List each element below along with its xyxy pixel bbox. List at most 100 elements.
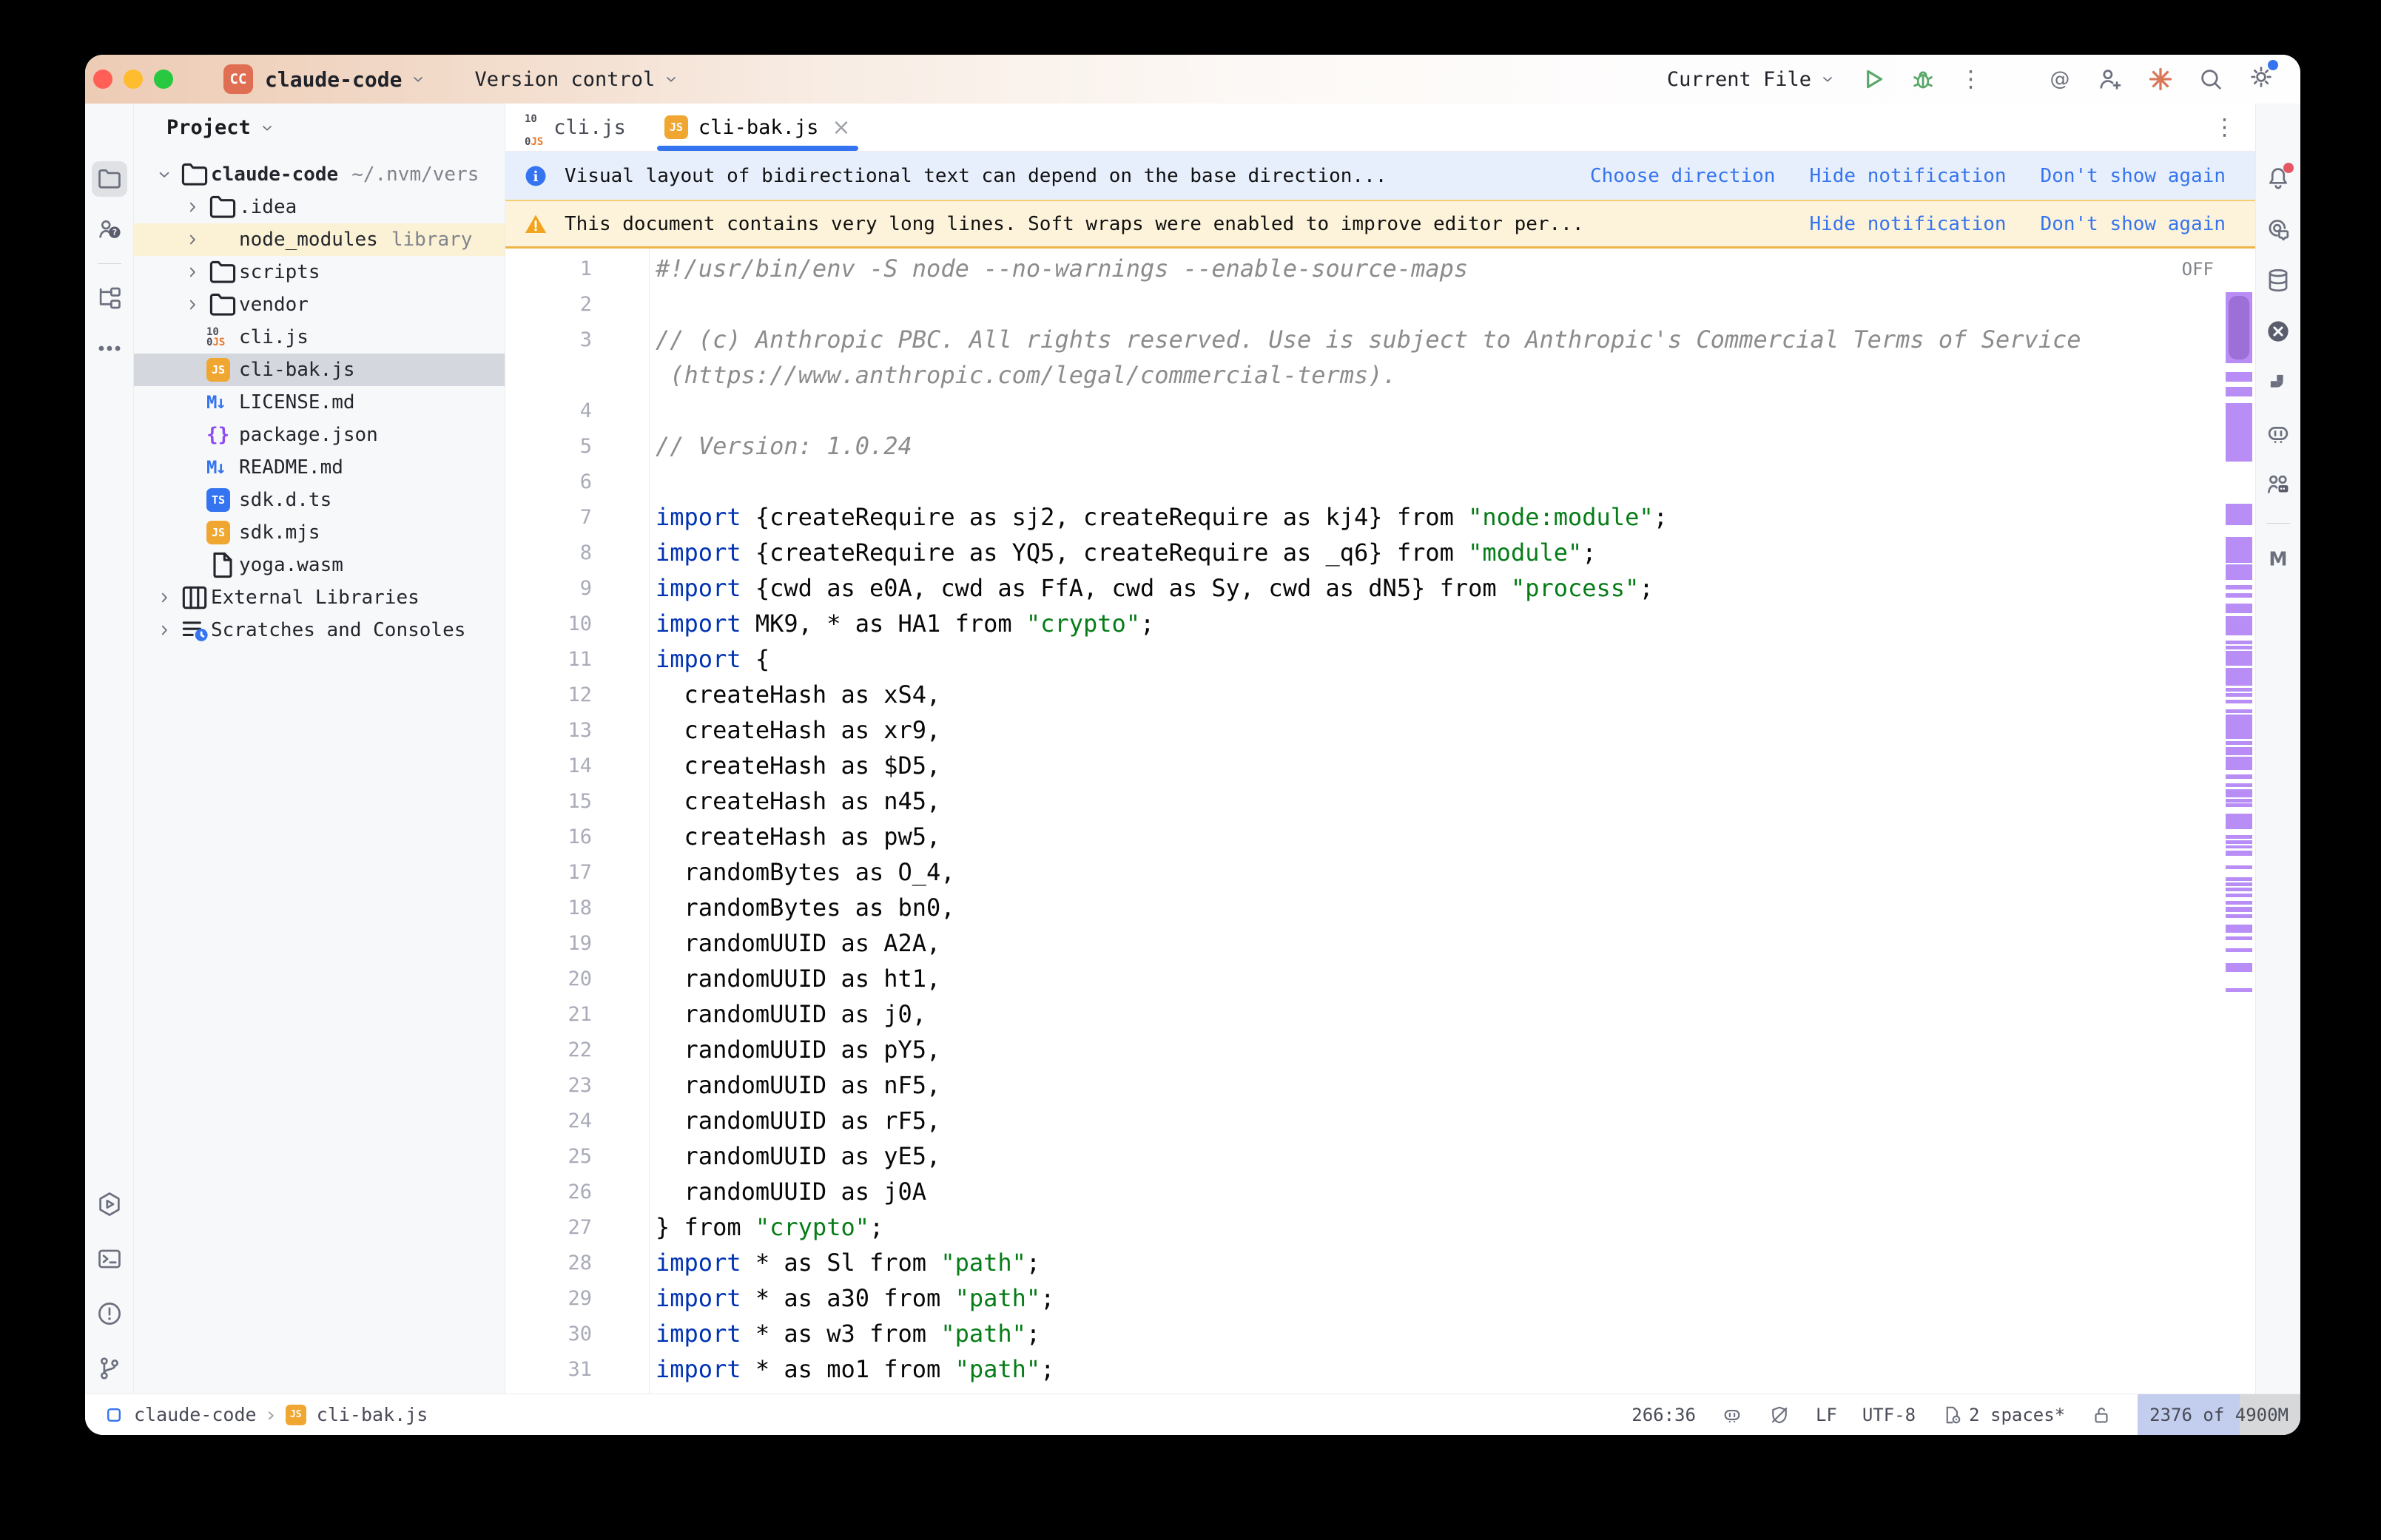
run-icon[interactable] bbox=[1859, 65, 1887, 93]
code-line[interactable]: 29import * as a30 from "path"; bbox=[505, 1280, 2255, 1316]
line-number[interactable]: 20 bbox=[505, 967, 592, 990]
banner-link-don-t-show-again[interactable]: Don't show again bbox=[2041, 213, 2226, 235]
code-line[interactable]: 16 createHash as pw5, bbox=[505, 819, 2255, 854]
tree-item-node-modules[interactable]: node_moduleslibrary bbox=[134, 223, 505, 256]
project-menu[interactable]: claude-code bbox=[265, 67, 427, 92]
code-line[interactable]: 5// Version: 1.0.24 bbox=[505, 428, 2255, 464]
x-plugin-button[interactable] bbox=[2264, 317, 2292, 348]
line-number[interactable]: 22 bbox=[505, 1039, 592, 1061]
structure-tool-button[interactable] bbox=[92, 280, 127, 316]
line-number[interactable]: 9 bbox=[505, 577, 592, 600]
code-line[interactable]: 25 randomUUID as yE5, bbox=[505, 1138, 2255, 1174]
close-window-button[interactable] bbox=[93, 70, 112, 89]
line-number[interactable]: 6 bbox=[505, 470, 592, 493]
line-number[interactable]: 18 bbox=[505, 896, 592, 919]
line-number[interactable]: 29 bbox=[505, 1287, 592, 1310]
tree-item-scratches-and-consoles[interactable]: Scratches and Consoles bbox=[134, 614, 505, 646]
code-line[interactable]: 8import {createRequire as YQ5, createReq… bbox=[505, 535, 2255, 570]
claude-icon[interactable] bbox=[2146, 65, 2175, 93]
line-number[interactable]: 26 bbox=[505, 1181, 592, 1203]
code-line[interactable]: 9import {cwd as e0A, cwd as FfA, cwd as … bbox=[505, 570, 2255, 606]
settings-icon[interactable] bbox=[2247, 63, 2275, 96]
line-number[interactable]: 12 bbox=[505, 683, 592, 706]
tree-item-license-md[interactable]: M↓LICENSE.md bbox=[134, 386, 505, 419]
code-line[interactable]: 27} from "crypto"; bbox=[505, 1209, 2255, 1245]
tab-cli-js[interactable]: 100JScli.js bbox=[505, 104, 645, 151]
code-line[interactable]: 15 createHash as n45, bbox=[505, 783, 2255, 819]
code-line[interactable]: 19 randomUUID as A2A, bbox=[505, 925, 2255, 961]
code-line[interactable]: 21 randomUUID as j0, bbox=[505, 996, 2255, 1032]
tree-item-scripts[interactable]: scripts bbox=[134, 256, 505, 288]
code-line[interactable]: 7import {createRequire as sj2, createReq… bbox=[505, 499, 2255, 535]
copilot-status-icon[interactable] bbox=[1721, 1404, 1743, 1426]
caret-position-widget[interactable]: 266:36 bbox=[1631, 1405, 1696, 1425]
memory-indicator[interactable]: 2376 of 4900M bbox=[2138, 1394, 2300, 1435]
code-line[interactable]: 13 createHash as xr9, bbox=[505, 712, 2255, 748]
indent-widget[interactable]: 2 spaces* bbox=[1941, 1404, 2065, 1426]
code-editor[interactable]: 1#!/usr/bin/env -S node --no-warnings --… bbox=[505, 249, 2255, 1394]
line-number[interactable]: 5 bbox=[505, 435, 592, 458]
line-number[interactable]: 8 bbox=[505, 541, 592, 564]
code-line[interactable]: 17 randomBytes as O_4, bbox=[505, 854, 2255, 890]
line-number[interactable]: 11 bbox=[505, 648, 592, 671]
terminal-tool-button[interactable] bbox=[92, 1241, 127, 1277]
maven-button[interactable]: M bbox=[2264, 545, 2292, 576]
search-everywhere-icon[interactable] bbox=[2197, 65, 2225, 93]
line-number[interactable]: 1 bbox=[505, 257, 592, 280]
close-tab-icon[interactable]: × bbox=[832, 115, 850, 141]
chevron-down-icon[interactable] bbox=[150, 165, 178, 184]
chevron-right-icon[interactable] bbox=[178, 263, 206, 282]
banner-link-choose-direction[interactable]: Choose direction bbox=[1590, 165, 1775, 187]
line-ending-widget[interactable]: LF bbox=[1816, 1405, 1837, 1425]
error-stripe-scrollbar[interactable] bbox=[2226, 249, 2252, 1394]
code-line[interactable]: 3// (c) Anthropic PBC. All rights reserv… bbox=[505, 322, 2255, 357]
tree-item-claude-code[interactable]: claude-code~/.nvm/vers bbox=[134, 158, 505, 191]
code-line[interactable]: 28import * as Sl from "path"; bbox=[505, 1245, 2255, 1280]
copilot-button[interactable] bbox=[2264, 419, 2292, 450]
code-line[interactable]: 10import MK9, * as HA1 from "crypto"; bbox=[505, 606, 2255, 641]
line-number[interactable]: 17 bbox=[505, 861, 592, 884]
line-number[interactable]: 15 bbox=[505, 790, 592, 813]
project-panel-header[interactable]: Project bbox=[134, 104, 505, 152]
code-line[interactable]: 4 bbox=[505, 393, 2255, 428]
tree-item-package-json[interactable]: {}package.json bbox=[134, 419, 505, 451]
line-number[interactable]: 10 bbox=[505, 612, 592, 635]
encoding-widget[interactable]: UTF-8 bbox=[1862, 1405, 1916, 1425]
code-line[interactable]: 24 randomUUID as rF5, bbox=[505, 1103, 2255, 1138]
ai-assistant-button[interactable] bbox=[2264, 215, 2292, 246]
code-line[interactable]: 18 randomBytes as bn0, bbox=[505, 890, 2255, 925]
inspections-off-icon[interactable] bbox=[1768, 1404, 1791, 1426]
code-line[interactable]: 6 bbox=[505, 464, 2255, 499]
banner-link-hide-notification[interactable]: Hide notification bbox=[1809, 213, 2006, 235]
line-number[interactable]: 30 bbox=[505, 1323, 592, 1345]
line-number[interactable]: 31 bbox=[505, 1358, 592, 1381]
services-tool-button[interactable] bbox=[92, 1186, 127, 1222]
unlock-icon[interactable] bbox=[2090, 1404, 2112, 1426]
line-number[interactable]: 2 bbox=[505, 293, 592, 316]
project-tool-button[interactable] bbox=[92, 161, 127, 197]
banner-link-hide-notification[interactable]: Hide notification bbox=[1809, 165, 2006, 187]
code-line[interactable]: 30import * as w3 from "path"; bbox=[505, 1316, 2255, 1351]
minimize-window-button[interactable] bbox=[124, 70, 143, 89]
more-actions-icon[interactable]: ⋮ bbox=[1959, 66, 1982, 92]
run-configuration-selector[interactable]: Current File bbox=[1667, 68, 1836, 91]
code-line[interactable]: 23 randomUUID as nF5, bbox=[505, 1067, 2255, 1103]
zoom-window-button[interactable] bbox=[154, 70, 173, 89]
code-line[interactable]: 2 bbox=[505, 286, 2255, 322]
code-with-me-button[interactable] bbox=[2264, 470, 2292, 501]
line-number[interactable]: 24 bbox=[505, 1110, 592, 1132]
database-button[interactable] bbox=[2264, 266, 2292, 297]
breadcrumb-file[interactable]: cli-bak.js bbox=[317, 1404, 428, 1425]
code-line[interactable]: 31import * as mo1 from "path"; bbox=[505, 1351, 2255, 1387]
line-number[interactable]: 14 bbox=[505, 754, 592, 777]
banner-link-don-t-show-again[interactable]: Don't show again bbox=[2041, 165, 2226, 187]
tree-item-cli-bak-js[interactable]: JScli-bak.js bbox=[134, 354, 505, 386]
line-number[interactable]: 19 bbox=[505, 932, 592, 955]
tree-item-sdk-mjs[interactable]: JSsdk.mjs bbox=[134, 516, 505, 549]
tree-item-vendor[interactable]: vendor bbox=[134, 288, 505, 321]
notifications-button[interactable] bbox=[2264, 164, 2292, 195]
code-line[interactable]: 14 createHash as $D5, bbox=[505, 748, 2255, 783]
tab-cli-bak-js[interactable]: JScli-bak.js× bbox=[645, 104, 870, 151]
chevron-right-icon[interactable] bbox=[150, 621, 178, 640]
line-number[interactable]: 16 bbox=[505, 825, 592, 848]
